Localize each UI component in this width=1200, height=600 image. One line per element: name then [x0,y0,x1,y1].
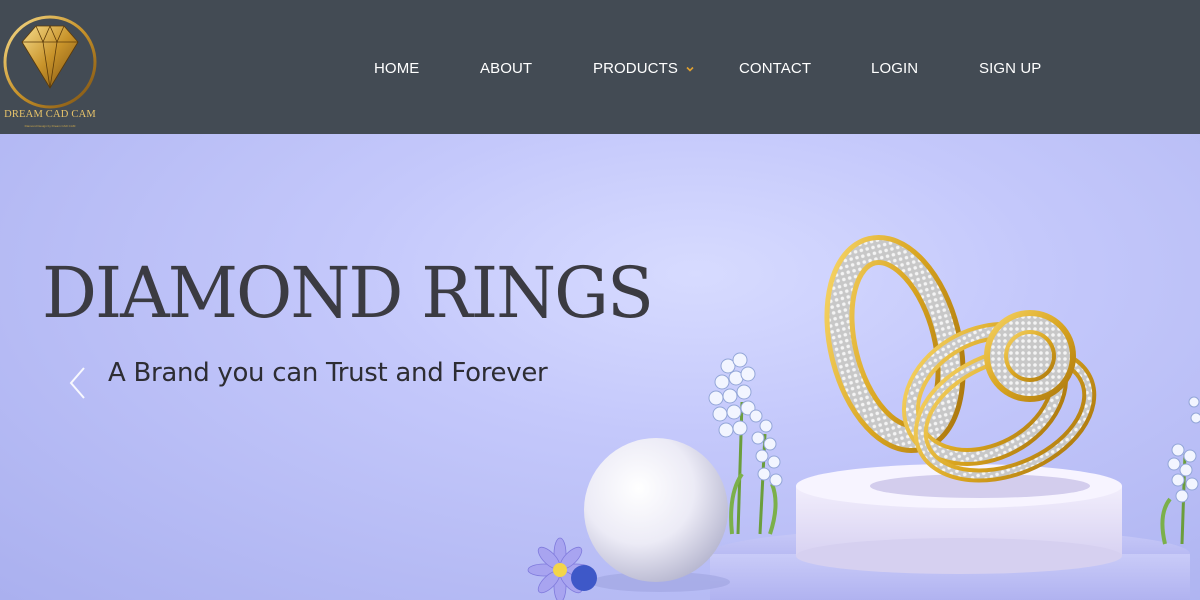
nav-home[interactable]: HOME [374,60,419,77]
hyacinth-flower-right [1160,396,1200,545]
nav-contact[interactable]: CONTACT [739,60,811,77]
site-header: DREAM CAD CAM Diamond Design by Dream CA… [0,0,1200,134]
chevron-down-icon[interactable] [684,63,696,75]
nav-about[interactable]: ABOUT [480,60,532,77]
hero-banner: DIAMOND RINGS A Brand you can Trust and … [0,134,1200,600]
nav-signup[interactable]: SIGN UP [979,60,1041,77]
nav-products[interactable]: PRODUCTS [593,60,678,77]
main-nav: HOME ABOUT PRODUCTS CONTACT LOGIN SIGN U… [0,0,1200,134]
nav-login[interactable]: LOGIN [871,60,918,77]
hero-subtitle: A Brand you can Trust and Forever [108,358,548,388]
chevron-left-icon[interactable] [66,364,90,402]
hero-title: DIAMOND RINGS [42,252,654,334]
diamond-rings [824,235,1097,498]
pearl [584,438,730,592]
daisy-flower [527,537,597,600]
